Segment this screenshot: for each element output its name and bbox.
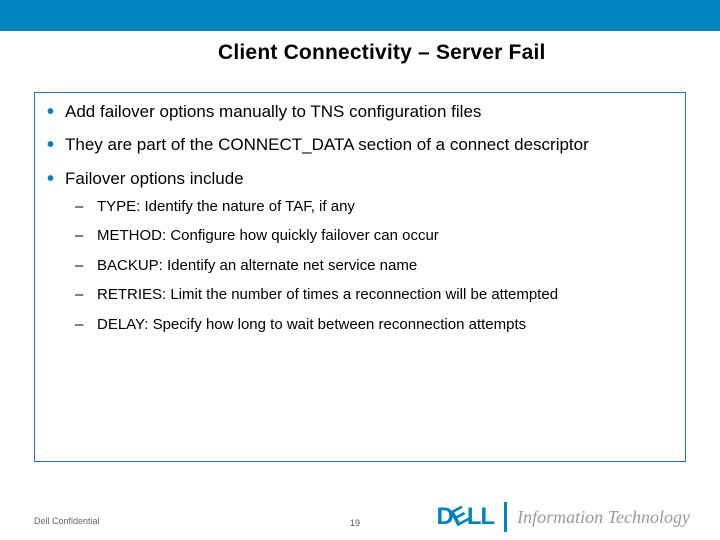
bullet-text: Add failover options manually to TNS con… — [65, 102, 481, 121]
footer-logo-group: DELL Information Technology — [436, 502, 690, 532]
sub-bullet-item: BACKUP: Identify an alternate net servic… — [75, 256, 673, 276]
bullet-item: Add failover options manually to TNS con… — [47, 101, 673, 122]
sub-bullet-item: DELAY: Specify how long to wait between … — [75, 315, 673, 335]
sub-bullet-list: TYPE: Identify the nature of TAF, if any… — [75, 197, 673, 335]
bullet-text: They are part of the CONNECT_DATA sectio… — [65, 135, 589, 154]
bullet-item: Failover options include TYPE: Identify … — [47, 168, 673, 335]
title-row: Client Connectivity – Server Fail — [0, 31, 720, 75]
sub-bullet-item: TYPE: Identify the nature of TAF, if any — [75, 197, 673, 217]
page-number: 19 — [350, 518, 360, 528]
content-box: Add failover options manually to TNS con… — [34, 92, 686, 462]
bullet-text: Failover options include — [65, 169, 244, 188]
sub-bullet-item: RETRIES: Limit the number of times a rec… — [75, 285, 673, 305]
logo-suffix: Information Technology — [517, 507, 690, 528]
dell-logo-letter: L — [481, 503, 495, 531]
footer-confidential: Dell Confidential — [34, 516, 100, 526]
sub-bullet-item: METHOD: Configure how quickly failover c… — [75, 226, 673, 246]
dell-logo: DELL — [436, 503, 494, 531]
bullet-list: Add failover options manually to TNS con… — [47, 101, 673, 334]
bullet-item: They are part of the CONNECT_DATA sectio… — [47, 134, 673, 155]
slide: Client Connectivity – Server Fail Add fa… — [0, 0, 720, 540]
slide-title: Client Connectivity – Server Fail — [218, 41, 546, 65]
logo-divider — [504, 502, 507, 532]
